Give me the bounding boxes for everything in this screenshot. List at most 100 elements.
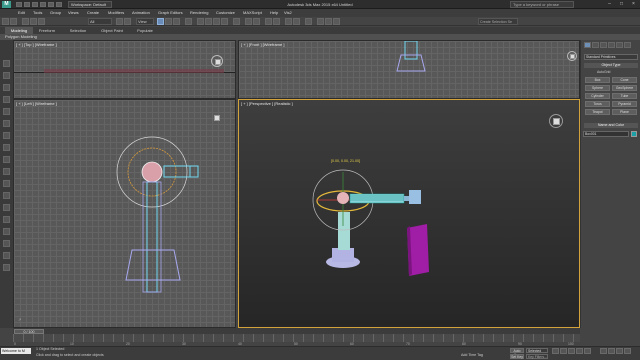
plane-button[interactable]: Plane [612, 109, 637, 115]
save-file-icon[interactable] [32, 2, 38, 7]
snaps-toggle-icon[interactable] [197, 18, 204, 25]
tool-icon[interactable] [3, 216, 10, 223]
app-logo-icon[interactable]: M [2, 1, 11, 8]
motion-tab-icon[interactable] [608, 42, 615, 48]
viewport-label-top[interactable]: [ + ] [Top ] [Wireframe ] [16, 42, 57, 47]
autogrid-checkbox[interactable]: AutoGrid [597, 70, 610, 74]
tab-populate[interactable]: Populate [131, 27, 159, 34]
tool-icon[interactable] [3, 252, 10, 259]
link-icon[interactable] [22, 18, 29, 25]
torus-button[interactable]: Torus [585, 101, 610, 107]
add-time-tag[interactable]: Add Time Tag [461, 353, 483, 357]
next-frame-icon[interactable] [576, 348, 583, 354]
render-setup-icon[interactable] [317, 18, 324, 25]
minimize-icon[interactable]: – [604, 1, 615, 8]
tool-icon[interactable] [3, 264, 10, 271]
utilities-tab-icon[interactable] [624, 42, 631, 48]
zoom-icon[interactable] [600, 348, 607, 354]
bind-spacewarp-icon[interactable] [38, 18, 45, 25]
sphere-button[interactable]: Sphere [585, 85, 610, 91]
object-name-input[interactable]: Box001 [583, 131, 629, 137]
cylinder-button[interactable]: Cylinder [585, 93, 610, 99]
hierarchy-tab-icon[interactable] [600, 42, 607, 48]
key-mode-dropdown[interactable]: Selected [526, 348, 548, 353]
layer-manager-icon[interactable] [265, 18, 272, 25]
menu-vis2[interactable]: Vis2 [284, 9, 292, 17]
pan-icon[interactable] [608, 348, 615, 354]
autokey-button[interactable]: Auto Key [510, 348, 524, 357]
maximize-icon[interactable]: □ [616, 1, 627, 8]
tool-icon[interactable] [3, 144, 10, 151]
tool-icon[interactable] [3, 240, 10, 247]
tab-selection[interactable]: Selection [64, 27, 92, 34]
previous-frame-icon[interactable] [560, 348, 567, 354]
tool-icon[interactable] [3, 228, 10, 235]
go-to-end-icon[interactable] [584, 348, 591, 354]
tool-icon[interactable] [3, 156, 10, 163]
tool-icon[interactable] [3, 84, 10, 91]
create-tab-icon[interactable] [584, 42, 591, 48]
tool-icon[interactable] [3, 120, 10, 127]
undo-icon[interactable] [2, 18, 9, 25]
align-icon[interactable] [253, 18, 260, 25]
spinner-snap-icon[interactable] [221, 18, 228, 25]
tool-icon[interactable] [3, 60, 10, 67]
selection-filter-dropdown[interactable]: All [88, 18, 112, 25]
select-scale-icon[interactable] [173, 18, 180, 25]
key-filters-button[interactable]: Key Filters... [526, 354, 548, 359]
tube-button[interactable]: Tube [612, 93, 637, 99]
tool-icon[interactable] [3, 96, 10, 103]
viewcube-icon[interactable] [567, 51, 577, 61]
viewport-top[interactable]: [ + ] [Top ] [Wireframe ] [13, 40, 236, 99]
select-by-name-icon[interactable] [124, 18, 131, 25]
maxscript-listener-input[interactable]: Welcome to M [1, 348, 31, 354]
tool-icon[interactable] [3, 132, 10, 139]
project-folder-icon[interactable] [56, 2, 62, 7]
curve-editor-icon[interactable] [285, 18, 292, 25]
material-editor-icon[interactable] [305, 18, 312, 25]
menu-customize[interactable]: Customize [216, 9, 235, 17]
new-file-icon[interactable] [16, 2, 22, 7]
box-button[interactable]: Box [585, 77, 610, 83]
track-bar[interactable] [13, 334, 580, 342]
graphite-toggle-icon[interactable] [273, 18, 280, 25]
setkey-button[interactable]: Set Key [510, 354, 524, 359]
reference-coordinate-dropdown[interactable]: View [136, 18, 154, 25]
tool-icon[interactable] [3, 72, 10, 79]
pyramid-button[interactable]: Pyramid [612, 101, 637, 107]
orbit-icon[interactable] [616, 348, 623, 354]
maximize-viewport-icon[interactable] [624, 348, 631, 354]
select-move-icon[interactable] [157, 18, 164, 25]
mirror-icon[interactable] [245, 18, 252, 25]
category-dropdown[interactable]: Standard Primitives [584, 54, 638, 60]
object-type-rollout[interactable]: Object Type [584, 63, 638, 68]
viewport-perspective[interactable]: [ + ] [Perspective ] [Realistic ] [0.00,… [238, 99, 580, 328]
viewcube-icon[interactable] [211, 55, 223, 67]
menu-help[interactable]: Help [270, 9, 278, 17]
menu-maxscript[interactable]: MAXScript [243, 9, 262, 17]
unlink-icon[interactable] [30, 18, 37, 25]
tab-object-paint[interactable]: Object Paint [97, 27, 127, 34]
angle-snap-icon[interactable] [205, 18, 212, 25]
name-and-color-rollout[interactable]: Name and Color [584, 123, 638, 128]
viewport-front[interactable]: [ + ] [Front ] [Wireframe ] [238, 40, 580, 99]
menu-animation[interactable]: Animation [132, 9, 150, 17]
select-object-icon[interactable] [116, 18, 123, 25]
redo-icon[interactable] [10, 18, 17, 25]
menu-group[interactable]: Group [50, 9, 61, 17]
menu-modifiers[interactable]: Modifiers [108, 9, 124, 17]
rendered-frame-icon[interactable] [325, 18, 332, 25]
select-rotate-icon[interactable] [165, 18, 172, 25]
tab-modeling[interactable]: Modeling [5, 27, 33, 34]
percent-snap-icon[interactable] [213, 18, 220, 25]
teapot-button[interactable]: Teapot [585, 109, 610, 115]
tab-freeform[interactable]: Freeform [33, 27, 61, 34]
object-color-swatch[interactable] [631, 131, 637, 137]
open-file-icon[interactable] [24, 2, 30, 7]
search-input[interactable]: Type a keyword or phrase [510, 1, 574, 8]
geosphere-button[interactable]: GeoSphere [612, 85, 637, 91]
menu-edit[interactable]: Edit [18, 9, 25, 17]
viewport-left[interactable]: [ + ] [Left ] [Wireframe ] ↗ [13, 99, 236, 328]
modify-tab-icon[interactable] [592, 42, 599, 48]
pivot-center-icon[interactable] [185, 18, 192, 25]
